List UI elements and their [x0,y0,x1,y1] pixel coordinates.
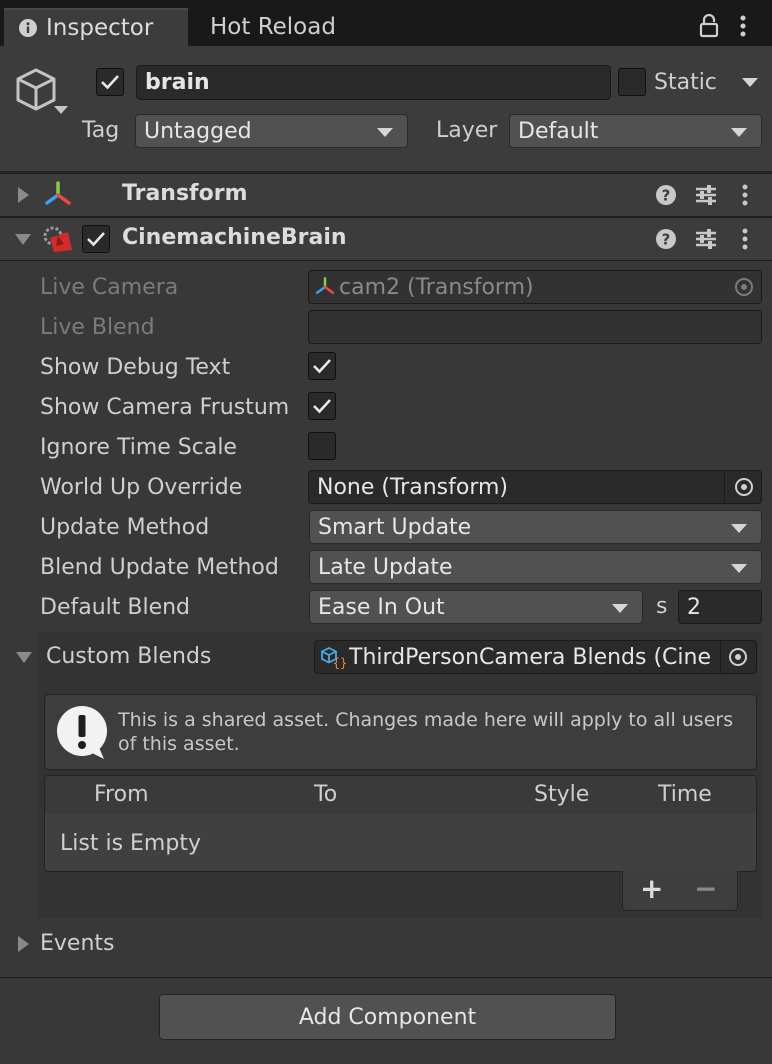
layer-value: Default [518,118,599,144]
gameobject-cube-icon[interactable] [14,66,72,122]
blend-asset-icon: {} [321,645,347,669]
column-header-style: Style [534,782,590,807]
tag-dropdown[interactable]: Untagged [135,114,408,148]
tab-hot-reload-label: Hot Reload [210,14,336,40]
static-label: Static [654,70,717,95]
chevron-down-icon [731,524,747,533]
live-blend-label: Live Blend [40,314,155,340]
presets-icon[interactable] [694,183,718,207]
static-checkbox[interactable] [618,68,646,96]
kebab-menu-icon[interactable] [738,14,748,38]
tab-hot-reload[interactable]: Hot Reload [196,8,336,46]
update-method-dropdown[interactable]: Smart Update [309,510,762,544]
layer-dropdown[interactable]: Default [509,114,762,148]
field-divider [724,471,725,503]
transform-title: Transform [122,181,248,206]
world-up-override-field[interactable]: None (Transform) [308,470,762,504]
add-component-button[interactable]: Add Component [159,994,616,1040]
world-up-override-value: None (Transform) [317,474,508,500]
show-camera-frustum-label: Show Camera Frustum [40,394,290,420]
checkmark-icon [87,232,105,247]
live-blend-field [308,310,762,344]
live-camera-value: cam2 (Transform) [339,274,534,300]
active-checkbox[interactable] [96,68,124,96]
object-picker-icon[interactable] [728,647,748,667]
kebab-menu-icon[interactable] [741,227,749,251]
tab-inspector-label: Inspector [46,15,154,41]
blend-update-method-label: Blend Update Method [40,554,279,580]
lock-icon[interactable] [698,14,720,38]
static-dropdown-caret-icon[interactable] [742,78,758,87]
expand-arrow-icon[interactable] [18,936,29,952]
ignore-time-scale-checkbox[interactable] [308,432,336,460]
transform-icon [315,277,335,297]
world-up-override-label: World Up Override [40,474,243,500]
tag-value: Untagged [144,118,252,144]
custom-blends-field[interactable]: {} ThirdPersonCamera Blends (Cine [314,640,757,674]
default-blend-dropdown[interactable]: Ease In Out [309,590,643,624]
help-box-message: This is a shared asset. Changes made her… [118,709,734,755]
default-blend-unit: s [656,594,668,619]
field-divider [720,641,721,673]
chevron-down-icon [731,128,747,137]
svg-text:?: ? [662,231,671,249]
checkmark-icon [101,75,119,90]
layer-label: Layer [436,118,498,143]
cinemachine-brain-icon [42,224,74,254]
default-blend-time-input[interactable]: 2 [678,590,762,624]
collapse-arrow-icon[interactable] [15,234,31,245]
warning-speech-icon [54,703,110,761]
blend-list-header [44,775,757,815]
default-blend-value: Ease In Out [318,594,445,620]
svg-text:{}: {} [333,656,347,669]
object-name-input[interactable]: brain [136,65,611,100]
column-header-time: Time [658,782,712,807]
show-camera-frustum-checkbox[interactable] [308,392,336,420]
column-header-from: From [94,782,149,807]
chevron-down-icon [731,564,747,573]
update-method-label: Update Method [40,514,210,540]
remove-blend-button[interactable]: − [694,872,717,905]
default-blend-label: Default Blend [40,594,191,620]
cinemachine-brain-title: CinemachineBrain [122,225,347,250]
object-picker-icon [734,277,754,297]
chevron-down-icon [377,128,393,137]
live-camera-field: cam2 (Transform) [308,270,762,304]
transform-icon [44,181,72,209]
events-label[interactable]: Events [40,931,115,956]
svg-text:?: ? [662,187,671,205]
default-blend-time-value: 2 [687,594,701,620]
custom-blends-value: ThirdPersonCamera Blends (Cine [349,644,712,670]
live-camera-label: Live Camera [40,274,179,300]
show-debug-text-checkbox[interactable] [308,352,336,380]
list-empty-text: List is Empty [60,831,201,856]
chevron-down-icon [612,604,628,613]
checkmark-icon [313,359,331,374]
object-name-value: brain [145,70,210,95]
blend-update-method-value: Late Update [318,554,453,580]
object-picker-icon[interactable] [734,477,754,497]
custom-blends-label: Custom Blends [46,644,212,669]
expand-arrow-icon[interactable] [18,187,29,203]
ignore-time-scale-label: Ignore Time Scale [40,434,237,460]
collapse-arrow-icon[interactable] [16,652,32,663]
add-blend-button[interactable]: + [640,872,663,905]
tab-inspector[interactable]: Inspector [4,8,188,46]
help-icon[interactable]: ? [655,184,677,206]
checkmark-icon [313,399,331,414]
blend-update-method-dropdown[interactable]: Late Update [309,550,762,584]
help-icon[interactable]: ? [655,228,677,250]
column-header-to: To [314,782,338,807]
presets-icon[interactable] [694,227,718,251]
info-icon [18,18,38,38]
show-debug-text-label: Show Debug Text [40,354,231,380]
update-method-value: Smart Update [318,514,472,540]
tag-label: Tag [82,118,120,143]
kebab-menu-icon[interactable] [741,183,749,207]
brain-enabled-checkbox[interactable] [82,225,110,253]
